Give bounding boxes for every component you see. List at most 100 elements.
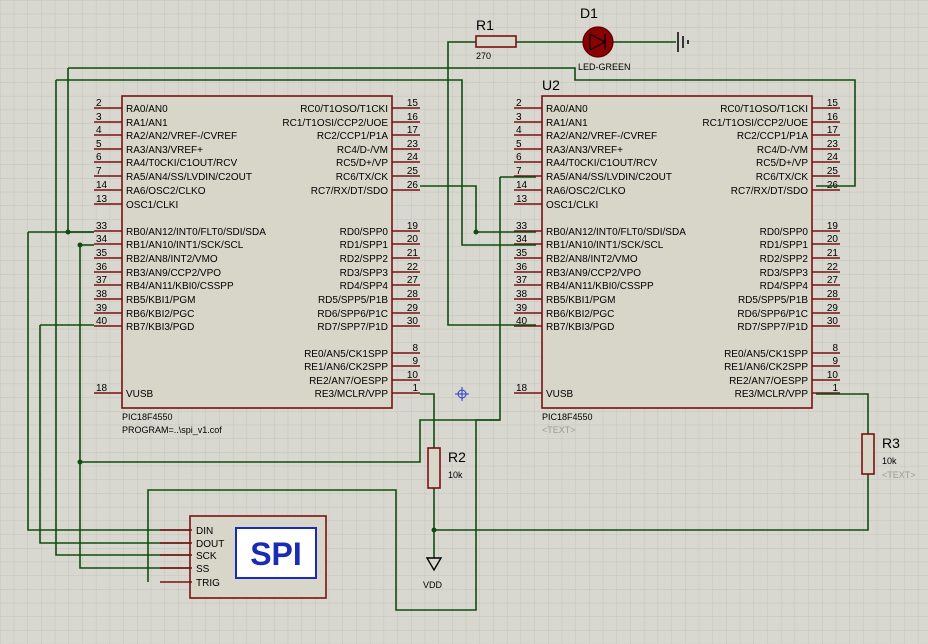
pin-number: 13: [96, 194, 108, 205]
junction-dot: [77, 459, 83, 465]
pin-label: RD1/SPP1: [760, 240, 809, 251]
pin-label: RD1/SPP1: [340, 240, 389, 251]
pin-label: RC6/TX/CK: [756, 172, 809, 183]
pin-number: 21: [827, 248, 839, 259]
pin-label: RA3/AN3/VREF+: [126, 145, 203, 156]
pin-label: RA6/OSC2/CLKO: [546, 186, 626, 197]
pin-label: RC4/D-/VM: [757, 145, 808, 156]
pin-number: 30: [827, 316, 839, 327]
pin-number: 8: [412, 343, 418, 354]
pin-label: RD0/SPP0: [340, 227, 389, 238]
u2-footer: <TEXT>: [542, 425, 576, 435]
pin-number: 16: [407, 112, 419, 123]
pin-label: RD7/SPP7/P1D: [737, 322, 808, 333]
r3-body: [861, 433, 875, 475]
pin-label: RC7/RX/DT/SDO: [731, 186, 808, 197]
pin-number: 29: [827, 303, 839, 314]
pin-number: 14: [516, 180, 528, 191]
pin-label: RC5/D+/VP: [756, 158, 808, 169]
pin-label: RA3/AN3/VREF+: [546, 145, 623, 156]
pin-label: RD5/SPP5/P1B: [738, 295, 808, 306]
pin-number: 5: [96, 139, 102, 150]
r2-body: [427, 447, 441, 489]
pin-label: RB3/AN9/CCP2/VPO: [546, 268, 641, 279]
pin-label: RE2/AN7/OESPP: [729, 376, 808, 387]
pin-number: 21: [407, 248, 419, 259]
pin-label: VUSB: [546, 389, 574, 400]
pin-label: RE3/MCLR/VPP: [735, 389, 809, 400]
pin-label: RA5/AN4/SS/LVDIN/C2OUT: [126, 172, 252, 183]
spi-pin-din: DIN: [196, 526, 213, 537]
d1-ref: D1: [580, 5, 598, 21]
pin-label: OSC1/CLKI: [546, 200, 598, 211]
pin-number: 3: [516, 112, 522, 123]
pin-label: RB1/AN10/INT1/SCK/SCL: [126, 240, 244, 251]
pin-number: 3: [96, 112, 102, 123]
pin-number: 39: [96, 303, 108, 314]
pin-label: RC0/T1OSO/T1CKI: [300, 104, 388, 115]
pin-label: RE1/AN6/CK2SPP: [724, 362, 808, 373]
schematic-canvas[interactable]: 2 RA0/AN0 3 RA1/AN1 4 RA2/AN2/VREF-/CVREF 5 RA3…: [0, 0, 928, 644]
pin-label: VUSB: [126, 389, 154, 400]
r1-value: 270: [476, 51, 491, 61]
r3-value: 10k: [882, 456, 897, 466]
pin-number: 17: [407, 125, 419, 136]
pin-number: 28: [827, 289, 839, 300]
u2-part: PIC18F4550: [542, 412, 593, 422]
pin-label: OSC1/CLKI: [126, 200, 178, 211]
vdd-label: VDD: [423, 580, 443, 590]
pin-number: 1: [832, 383, 838, 394]
pin-number: 19: [827, 221, 839, 232]
pin-number: 37: [96, 275, 108, 286]
pin-number: 38: [96, 289, 108, 300]
pin-label: RE1/AN6/CK2SPP: [304, 362, 388, 373]
pin-label: RC4/D-/VM: [337, 145, 388, 156]
pin-label: RB6/KBI2/PGC: [126, 309, 194, 320]
pin-number: 34: [516, 234, 528, 245]
pin-number: 36: [516, 262, 528, 273]
pin-label: RD4/SPP4: [340, 281, 389, 292]
pin-number: 18: [96, 383, 108, 394]
spi-pin-dout: DOUT: [196, 539, 224, 550]
pin-number: 38: [516, 289, 528, 300]
pin-label: RA1/AN1: [126, 118, 168, 129]
led-body: [582, 26, 614, 58]
junction-dot: [77, 242, 83, 248]
pin-number: 26: [407, 180, 419, 191]
junction-dot: [431, 527, 437, 533]
pin-number: 19: [407, 221, 419, 232]
pin-number: 25: [827, 166, 839, 177]
pin-label: RC0/T1OSO/T1CKI: [720, 104, 808, 115]
u2-microcontroller[interactable]: 2 RA0/AN0 3 RA1/AN1 4 RA2/AN2/VREF-/CVREF 5 RA3…: [514, 77, 840, 435]
pin-label: RA1/AN1: [546, 118, 588, 129]
pin-number: 27: [407, 275, 419, 286]
junction-dot: [65, 229, 71, 235]
u1-microcontroller[interactable]: 2 RA0/AN0 3 RA1/AN1 4 RA2/AN2/VREF-/CVREF 5 RA3…: [94, 95, 420, 435]
junction-dot: [473, 229, 479, 235]
pin-number: 37: [516, 275, 528, 286]
pin-label: RB5/KBI1/PGM: [126, 295, 195, 306]
pin-number: 20: [407, 234, 419, 245]
pin-label: RC5/D+/VP: [336, 158, 388, 169]
pin-number: 40: [96, 316, 108, 327]
pin-label: RD3/SPP3: [760, 268, 809, 279]
pin-number: 35: [516, 248, 528, 259]
pin-label: RD2/SPP2: [340, 254, 389, 265]
r3-text: <TEXT>: [882, 470, 916, 480]
pin-label: RE0/AN5/CK1SPP: [724, 349, 808, 360]
pin-number: 28: [407, 289, 419, 300]
pin-number: 27: [827, 275, 839, 286]
spi-logo-text: SPI: [250, 536, 302, 572]
pin-number: 9: [412, 356, 418, 367]
pin-number: 6: [516, 152, 522, 163]
pin-number: 7: [516, 166, 522, 177]
pin-number: 7: [96, 166, 102, 177]
pin-number: 15: [827, 98, 839, 109]
r3-ref: R3: [882, 435, 900, 451]
pin-label: RC2/CCP1/P1A: [317, 131, 388, 142]
pin-label: RB5/KBI1/PGM: [546, 295, 615, 306]
pin-number: 2: [96, 98, 102, 109]
pin-number: 33: [96, 221, 108, 232]
pin-label: RD6/SPP6/P1C: [737, 309, 808, 320]
pin-label: RA4/T0CKI/C1OUT/RCV: [546, 158, 657, 169]
